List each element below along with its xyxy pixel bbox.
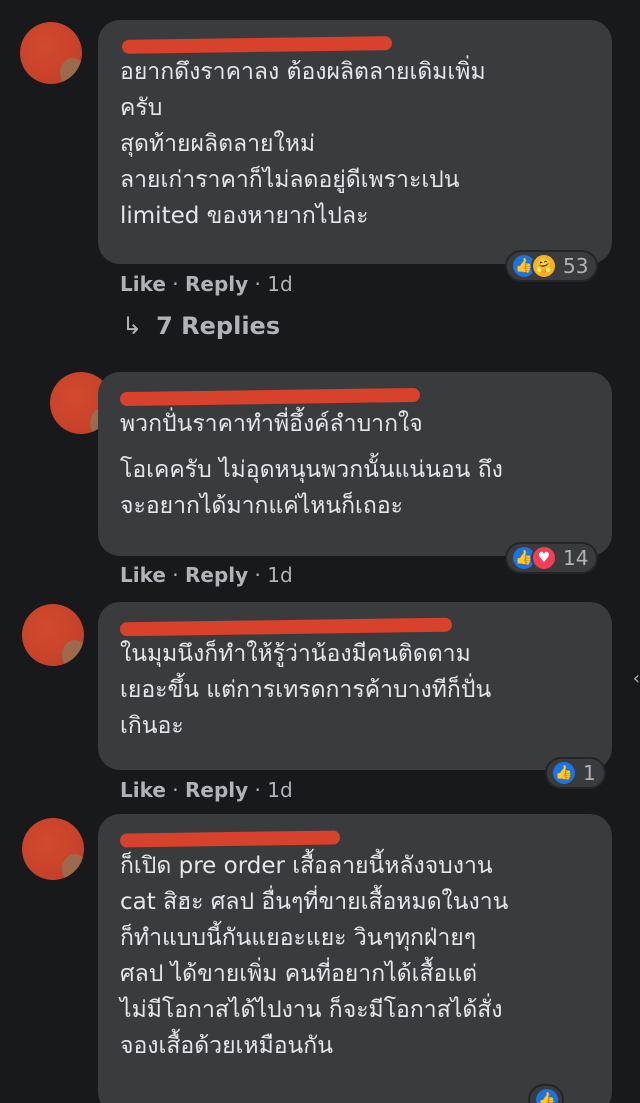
comment-actions: Like · Reply · 1d <box>120 563 293 587</box>
like-icon: 👍 <box>551 760 577 786</box>
more-options-icon[interactable]: ‹ <box>633 668 640 689</box>
like-button[interactable]: Like <box>120 778 166 802</box>
comment-bubble: พวกปั่นราคาทำพี่อึ้งค์ลำบากใจ โอเคครับ ไ… <box>98 372 612 556</box>
comment-actions: Like · Reply · 1d <box>120 778 293 802</box>
like-button[interactable]: Like <box>120 563 166 587</box>
comment-actions: Like · Reply · 1d <box>120 272 293 296</box>
comment-timestamp[interactable]: 1d <box>267 563 292 587</box>
comment-text-line: เกินอะ <box>120 713 184 739</box>
comment-text-line: cat สิฮะ ศลป อื่นๆที่ขายเสื้อหมดในงาน <box>120 889 509 915</box>
comment-text-line: ก็เปิด pre order เสื้อลายนี้หลังจบงาน <box>120 853 493 879</box>
comment-timestamp[interactable]: 1d <box>267 272 292 296</box>
comment-timestamp[interactable]: 1d <box>267 778 292 802</box>
reaction-summary[interactable]: 👍 1 <box>545 757 606 789</box>
comment-text-line: เยอะขึ้น แต่การเทรดการค้าบางทีก็ปั่น <box>120 677 492 703</box>
view-replies-link[interactable]: ↳ 7 Replies <box>122 312 280 340</box>
comment-text-line: ครับ <box>120 95 163 121</box>
comment-author[interactable] <box>120 34 594 54</box>
comment-text-line: ก็ทำแบบนี้กันแยอะแยะ วินๆทุกฝ่ายๆ <box>120 925 477 951</box>
reaction-count: 1 <box>583 761 596 785</box>
redaction-mark <box>120 830 341 848</box>
reaction-summary[interactable]: 👍 ♥ 14 <box>505 542 599 574</box>
comment-text-line: จะอยากได้มากแค่ไหนก็เถอะ <box>120 493 404 519</box>
reply-button[interactable]: Reply <box>185 563 248 587</box>
comment-bubble: ก็เปิด pre order เสื้อลายนี้หลังจบงาน ca… <box>98 814 612 1103</box>
comment-bubble: ในมุมนึงก็ทำให้รู้ว่าน้องมีคนติดตาม เยอะ… <box>98 602 612 770</box>
reply-arrow-icon: ↳ <box>122 312 143 340</box>
comment-text-line: โอเคครับ ไม่อุดหนุนพวกนั้นแน่นอน ถึง <box>120 457 503 483</box>
care-icon: 🤗 <box>531 253 557 279</box>
avatar[interactable] <box>22 604 84 666</box>
comment-text-line: ลายเก่าราคาก็ไม่ลดอยู่ดีเพราะเปน <box>120 167 460 193</box>
comment-text-line: ไม่มีโอกาสได้ไปงาน ก็จะมีโอกาสได้สั่ง <box>120 997 503 1023</box>
comment-text-line: อยากดึงราคาลง ต้องผลิตลายเดิมเพิ่ม <box>120 59 486 85</box>
replies-label: 7 Replies <box>156 312 281 340</box>
like-button[interactable]: Like <box>120 272 166 296</box>
comment-text-line: ศลป ได้ขายเพิ่ม คนที่อยากได้เสื้อแต่ <box>120 961 478 987</box>
comment-text-line: limited ของหายากไปละ <box>120 203 369 229</box>
reaction-count: 14 <box>563 546 589 570</box>
reaction-count: 53 <box>563 254 589 278</box>
comment-author[interactable] <box>120 616 594 636</box>
comment-text-line: ในมุมนึงก็ทำให้รู้ว่าน้องมีคนติดตาม <box>120 641 471 667</box>
reply-button[interactable]: Reply <box>185 272 248 296</box>
avatar[interactable] <box>22 818 84 880</box>
redaction-mark <box>121 36 393 54</box>
comment-text-line: จองเสื้อด้วยเหมือนกัน <box>120 1033 333 1059</box>
comment-bubble: อยากดึงราคาลง ต้องผลิตลายเดิมเพิ่ม ครับ … <box>98 20 612 264</box>
comment-author[interactable] <box>120 828 594 848</box>
love-icon: ♥ <box>531 545 557 571</box>
reaction-summary[interactable]: 👍 🤗 53 <box>505 250 599 282</box>
comment-text-line: พวกปั่นราคาทำพี่อึ้งค์ลำบากใจ <box>120 411 423 437</box>
avatar[interactable] <box>20 22 82 84</box>
comment-author[interactable] <box>120 386 594 406</box>
reply-button[interactable]: Reply <box>185 778 248 802</box>
redaction-mark <box>120 387 421 406</box>
comment-text-line: สุดท้ายผลิตลายใหม่ <box>120 131 316 157</box>
like-icon: 👍 <box>534 1087 560 1103</box>
redaction-mark <box>120 617 453 636</box>
